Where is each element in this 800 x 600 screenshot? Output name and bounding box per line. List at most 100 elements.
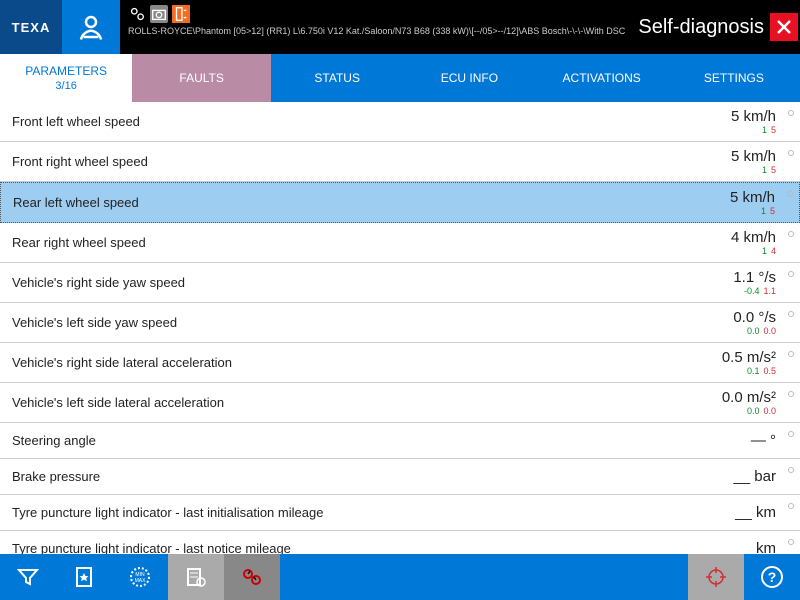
parameter-value: __ km <box>680 504 776 521</box>
parameter-row[interactable]: Vehicle's left side lateral acceleration… <box>0 383 800 423</box>
svg-text:MAX: MAX <box>135 578 147 584</box>
row-indicator-dot <box>788 539 794 545</box>
tab-label: SETTINGS <box>704 71 764 85</box>
row-indicator-dot <box>788 150 794 156</box>
parameter-value: 5 km/h <box>680 148 776 165</box>
row-indicator-dot <box>787 191 793 197</box>
parameter-value-block: __ bar <box>680 468 790 485</box>
brand-logo: TEXA <box>0 0 62 54</box>
top-bar: TEXA ROLLS-ROYCE\Phantom [05>12] (RR1) L… <box>0 0 800 54</box>
row-indicator-dot <box>788 391 794 397</box>
tab-label: PARAMETERS <box>25 64 107 78</box>
bottom-bar: MINMAX ? <box>0 554 800 600</box>
parameter-value-block: 1.1 °/s-0.41.1 <box>680 269 790 296</box>
profile-icon <box>76 12 106 42</box>
parameter-row[interactable]: Vehicle's right side yaw speed1.1 °/s-0.… <box>0 263 800 303</box>
header-center: ROLLS-ROYCE\Phantom [05>12] (RR1) L\6.75… <box>120 0 638 54</box>
parameter-label: Brake pressure <box>12 469 680 484</box>
target-button[interactable] <box>688 554 744 600</box>
gears-icon[interactable] <box>128 5 146 23</box>
parameter-minmax: 15 <box>680 126 776 135</box>
parameter-value-block: __ km <box>680 540 790 554</box>
tab-bar: PARAMETERS 3/16 FAULTS STATUS ECU INFO A… <box>0 54 800 102</box>
parameter-row[interactable]: Front right wheel speed5 km/h15 <box>0 142 800 182</box>
gauges-button[interactable] <box>224 554 280 600</box>
parameter-value: 0.0 °/s <box>680 309 776 326</box>
close-icon <box>776 19 792 35</box>
parameter-row[interactable]: Brake pressure__ bar <box>0 459 800 495</box>
parameter-value: 0.5 m/s² <box>680 349 776 366</box>
tab-status[interactable]: STATUS <box>271 54 403 102</box>
parameter-label: Front right wheel speed <box>12 154 680 169</box>
parameter-label: Tyre puncture light indicator - last not… <box>12 541 680 554</box>
parameter-value-block: 0.5 m/s²0.10.5 <box>680 349 790 376</box>
tab-label: ECU INFO <box>441 71 498 85</box>
parameter-value: — ° <box>680 432 776 449</box>
parameter-row[interactable]: Vehicle's left side yaw speed0.0 °/s0.00… <box>0 303 800 343</box>
row-indicator-dot <box>788 231 794 237</box>
parameter-value-block: __ km <box>680 504 790 521</box>
parameter-value: 4 km/h <box>680 229 776 246</box>
favorite-page-icon <box>72 565 96 589</box>
camera-icon[interactable] <box>150 5 168 23</box>
row-indicator-dot <box>788 503 794 509</box>
row-indicator-dot <box>788 271 794 277</box>
device-icon[interactable] <box>172 5 190 23</box>
tab-ecu-info[interactable]: ECU INFO <box>403 54 535 102</box>
parameter-row[interactable]: Rear right wheel speed4 km/h14 <box>0 223 800 263</box>
filter-button[interactable] <box>0 554 56 600</box>
tab-activations[interactable]: ACTIVATIONS <box>536 54 668 102</box>
parameter-row[interactable]: Tyre puncture light indicator - last not… <box>0 531 800 554</box>
close-button[interactable] <box>770 13 798 41</box>
parameter-value: 0.0 m/s² <box>680 389 776 406</box>
parameter-row[interactable]: Tyre puncture light indicator - last ini… <box>0 495 800 531</box>
parameter-label: Vehicle's right side lateral acceleratio… <box>12 355 680 370</box>
parameter-minmax: 0.00.0 <box>680 407 776 416</box>
tab-label: STATUS <box>314 71 360 85</box>
parameter-row[interactable]: Front left wheel speed5 km/h15 <box>0 102 800 142</box>
filter-icon <box>16 565 40 589</box>
parameter-minmax: -0.41.1 <box>680 287 776 296</box>
svg-text:?: ? <box>768 569 777 585</box>
parameter-value-block: 0.0 m/s²0.00.0 <box>680 389 790 416</box>
favorite-button[interactable] <box>56 554 112 600</box>
parameter-row[interactable]: Steering angle— ° <box>0 423 800 459</box>
config-button[interactable] <box>168 554 224 600</box>
tab-settings[interactable]: SETTINGS <box>668 54 800 102</box>
row-indicator-dot <box>788 467 794 473</box>
row-indicator-dot <box>788 311 794 317</box>
parameter-row[interactable]: Rear left wheel speed5 km/h15 <box>0 182 800 223</box>
parameter-minmax: 15 <box>680 166 776 175</box>
tab-faults[interactable]: FAULTS <box>132 54 271 102</box>
parameter-value: __ km <box>680 540 776 554</box>
parameter-row[interactable]: Vehicle's right side lateral acceleratio… <box>0 343 800 383</box>
parameter-label: Rear left wheel speed <box>13 195 679 210</box>
parameter-value: 1.1 °/s <box>680 269 776 286</box>
parameter-label: Rear right wheel speed <box>12 235 680 250</box>
row-indicator-dot <box>788 110 794 116</box>
parameter-minmax: 15 <box>679 207 775 216</box>
parameter-value-block: 4 km/h14 <box>680 229 790 256</box>
parameter-value-block: 5 km/h15 <box>680 148 790 175</box>
row-indicator-dot <box>788 351 794 357</box>
parameter-value-block: 0.0 °/s0.00.0 <box>680 309 790 336</box>
parameter-label: Front left wheel speed <box>12 114 680 129</box>
parameter-list-wrap: Front left wheel speed5 km/h15Front righ… <box>0 102 800 554</box>
header-right: Self-diagnosis <box>638 0 800 54</box>
gauges-icon <box>240 565 264 589</box>
help-button[interactable]: ? <box>744 554 800 600</box>
help-icon: ? <box>760 565 784 589</box>
breadcrumb: ROLLS-ROYCE\Phantom [05>12] (RR1) L\6.75… <box>128 26 630 37</box>
parameter-list[interactable]: Front left wheel speed5 km/h15Front righ… <box>0 102 800 554</box>
target-icon <box>704 565 728 589</box>
header-tool-icons <box>128 4 630 24</box>
parameter-value: 5 km/h <box>680 108 776 125</box>
parameter-value-block: 5 km/h15 <box>679 189 789 216</box>
profile-button[interactable] <box>62 0 120 54</box>
parameter-label: Vehicle's left side lateral acceleration <box>12 395 680 410</box>
tab-label: ACTIVATIONS <box>563 71 641 85</box>
row-indicator-dot <box>788 431 794 437</box>
tab-parameters[interactable]: PARAMETERS 3/16 <box>0 54 132 102</box>
minmax-button[interactable]: MINMAX <box>112 554 168 600</box>
parameter-minmax: 0.00.0 <box>680 327 776 336</box>
